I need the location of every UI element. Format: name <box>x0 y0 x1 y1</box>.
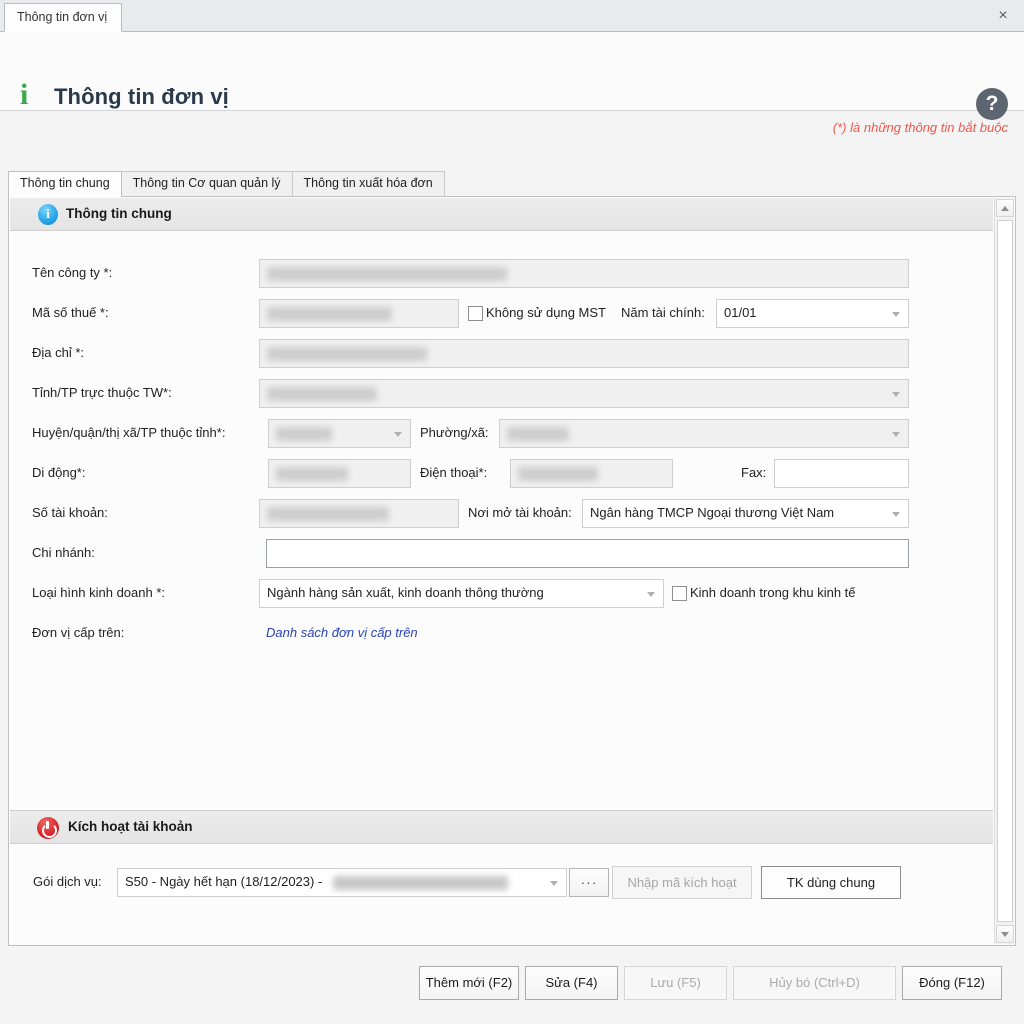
business-type-label: Loại hình kinh doanh *: <box>32 585 165 600</box>
redacted-value <box>276 427 332 441</box>
info-title-icon: i <box>20 80 28 110</box>
tab-thong-tin-xuat-hoa-don[interactable]: Thông tin xuất hóa đơn <box>292 171 445 197</box>
parent-unit-list-link[interactable]: Danh sách đơn vị cấp trên <box>266 625 418 640</box>
ward-select[interactable] <box>499 419 909 448</box>
activation-group-title: Kích hoạt tài khoản <box>68 819 193 834</box>
tab-bar: Thông tin chung Thông tin Cơ quan quản l… <box>8 171 1016 197</box>
company-name-input[interactable] <box>259 259 909 288</box>
power-icon <box>37 817 59 839</box>
branch-label: Chi nhánh: <box>32 545 95 560</box>
province-select[interactable] <box>259 379 909 408</box>
window-tab-strip: Thông tin đơn vị × <box>0 0 1024 32</box>
activation-group-header: Kích hoạt tài khoản <box>10 810 993 844</box>
redacted-value <box>267 307 392 321</box>
redacted-value <box>333 876 508 890</box>
scrollbar-thumb[interactable] <box>997 220 1013 922</box>
form-scroll-area: i Thông tin chung Tên công ty *: Mã số t… <box>9 197 994 945</box>
bank-select[interactable]: Ngân hàng TMCP Ngoại thương Việt Nam <box>582 499 909 528</box>
general-info-form: Tên công ty *: Mã số thuế *: Không sử dụ… <box>9 231 994 809</box>
window-tab-unit-information[interactable]: Thông tin đơn vị <box>4 3 122 32</box>
economic-zone-label: Kinh doanh trong khu kinh tế <box>690 585 856 600</box>
tax-code-label: Mã số thuế *: <box>32 305 109 320</box>
business-type-select[interactable]: Ngành hàng sản xuất, kinh doanh thông th… <box>259 579 664 608</box>
row-parent-unit: Đơn vị cấp trên: Danh sách đơn vị cấp tr… <box>9 619 994 649</box>
tab-thong-tin-chung[interactable]: Thông tin chung <box>8 171 122 197</box>
branch-input[interactable] <box>266 539 909 568</box>
redacted-value <box>267 267 507 281</box>
row-branch: Chi nhánh: <box>9 539 994 569</box>
close-icon[interactable]: × <box>992 6 1014 28</box>
shared-account-button[interactable]: TK dùng chung <box>761 866 901 899</box>
ward-label: Phường/xã: <box>420 425 489 440</box>
address-label: Địa chỉ *: <box>32 345 84 360</box>
vertical-scrollbar[interactable] <box>994 198 1014 944</box>
scroll-down-icon[interactable] <box>996 925 1014 943</box>
help-icon[interactable]: ? <box>976 88 1008 120</box>
company-name-label: Tên công ty *: <box>32 265 112 280</box>
no-tax-code-checkbox[interactable] <box>468 306 483 321</box>
info-icon: i <box>38 204 58 225</box>
redacted-value <box>267 347 427 361</box>
mobile-input[interactable] <box>268 459 411 488</box>
activation-group-body: Gói dịch vụ: S50 - Ngày hết hạn (18/12/2… <box>10 844 993 944</box>
redacted-value <box>507 427 569 441</box>
phone-label: Điện thoại*: <box>420 465 487 480</box>
row-business-type: Loại hình kinh doanh *: Ngành hàng sản x… <box>9 579 994 609</box>
row-company-name: Tên công ty *: <box>9 259 994 289</box>
service-package-browse-button[interactable]: ··· <box>569 868 609 897</box>
district-label: Huyện/quận/thị xã/TP thuộc tỉnh*: <box>32 425 225 440</box>
required-fields-note: (*) là những thông tin bắt buộc <box>833 120 1008 135</box>
province-label: Tỉnh/TP trực thuộc TW*: <box>32 385 172 400</box>
footer-button-bar: Thêm mới (F2) Sửa (F4) Lưu (F5) Hủy bó (… <box>0 948 1024 1024</box>
parent-unit-label: Đơn vị cấp trên: <box>32 625 124 640</box>
save-button[interactable]: Lưu (F5) <box>624 966 727 1000</box>
district-select[interactable] <box>268 419 411 448</box>
fiscal-year-select[interactable]: 01/01 <box>716 299 909 328</box>
fiscal-year-label: Năm tài chính: <box>621 305 705 320</box>
redacted-value <box>518 467 598 481</box>
redacted-value <box>267 507 389 521</box>
service-package-value: S50 - Ngày hết hạn (18/12/2023) - <box>125 874 322 889</box>
tab-thong-tin-co-quan-quan-ly[interactable]: Thông tin Cơ quan quản lý <box>121 171 293 197</box>
service-package-select[interactable]: S50 - Ngày hết hạn (18/12/2023) - <box>117 868 567 897</box>
row-bank-account: Số tài khoản: Nơi mở tài khoản: Ngân hàn… <box>9 499 994 529</box>
unit-information-window: Thông tin đơn vị × i Thông tin đơn vị ? … <box>0 0 1024 1024</box>
service-package-label: Gói dịch vụ: <box>33 874 102 889</box>
add-new-button[interactable]: Thêm mới (F2) <box>419 966 519 1000</box>
tax-code-input[interactable] <box>259 299 459 328</box>
row-district-ward: Huyện/quận/thị xã/TP thuộc tỉnh*: Phường… <box>9 419 994 449</box>
redacted-value <box>267 387 377 401</box>
account-number-input[interactable] <box>259 499 459 528</box>
fax-label: Fax: <box>741 465 766 480</box>
cancel-button[interactable]: Hủy bó (Ctrl+D) <box>733 966 896 1000</box>
tab-panel: i Thông tin chung Tên công ty *: Mã số t… <box>8 196 1016 946</box>
scroll-up-icon[interactable] <box>996 199 1014 217</box>
row-tax-code: Mã số thuế *: Không sử dụng MST Năm tài … <box>9 299 994 329</box>
account-number-label: Số tài khoản: <box>32 505 108 520</box>
page-title: Thông tin đơn vị <box>54 84 229 110</box>
row-contact: Di động*: Điện thoại*: Fax: <box>9 459 994 489</box>
fax-input[interactable] <box>774 459 909 488</box>
title-bar: i Thông tin đơn vị ? <box>0 32 1024 111</box>
close-button[interactable]: Đóng (F12) <box>902 966 1002 1000</box>
no-tax-code-label: Không sử dụng MST <box>486 305 606 320</box>
row-province: Tỉnh/TP trực thuộc TW*: <box>9 379 994 409</box>
bank-label: Nơi mở tài khoản: <box>468 505 572 520</box>
edit-button[interactable]: Sửa (F4) <box>525 966 618 1000</box>
general-info-group-title: Thông tin chung <box>66 206 172 221</box>
redacted-value <box>276 467 348 481</box>
general-info-group-header: i Thông tin chung <box>10 198 993 231</box>
row-address: Địa chỉ *: <box>9 339 994 369</box>
address-input[interactable] <box>259 339 909 368</box>
enter-activation-code-button[interactable]: Nhập mã kích hoạt <box>612 866 752 899</box>
phone-input[interactable] <box>510 459 673 488</box>
economic-zone-checkbox[interactable] <box>672 586 687 601</box>
mobile-label: Di động*: <box>32 465 85 480</box>
